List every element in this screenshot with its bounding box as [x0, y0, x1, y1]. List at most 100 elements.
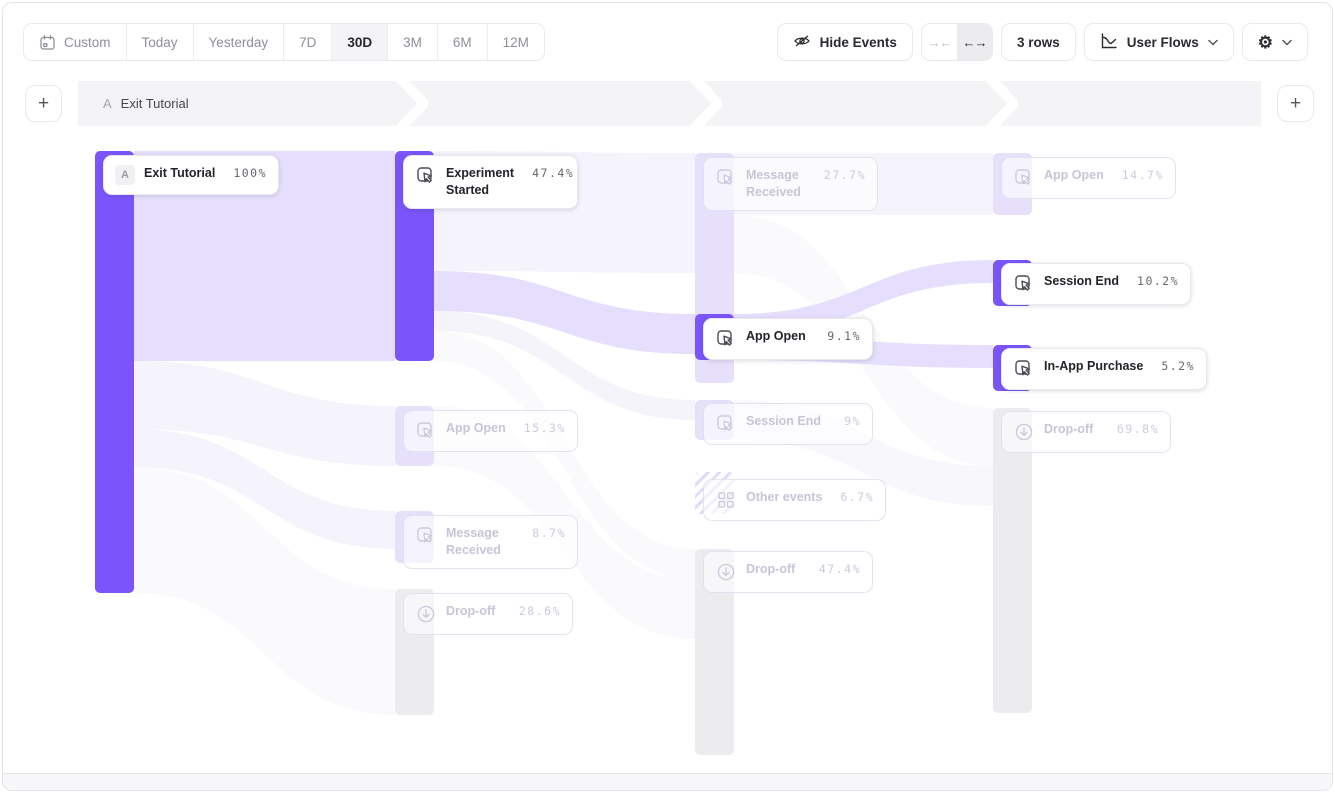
date-range-label: 12M: [503, 35, 529, 50]
add-step-left-button[interactable]: +: [25, 85, 62, 122]
node-label: Message Received: [746, 167, 806, 201]
step-label: Exit Tutorial: [121, 96, 189, 111]
toolbar-actions: Hide Events →← ←→ 3 rows User Flows: [777, 23, 1308, 61]
calendar-icon: [39, 34, 56, 51]
collapse-columns-button[interactable]: →←: [922, 24, 957, 60]
click-event-icon: [715, 167, 737, 189]
click-event-icon: [1013, 358, 1035, 380]
add-step-right-button[interactable]: +: [1277, 85, 1314, 122]
node-label: Session End: [1044, 273, 1119, 290]
app-window: Custom Today Yesterday 7D 30D 3M 6M 12M Hide Ev…: [2, 2, 1333, 791]
node-label: Drop-off: [446, 603, 495, 620]
node-percent: 28.6%: [510, 603, 561, 620]
click-event-icon: [415, 420, 437, 442]
node-percent: 9.1%: [818, 328, 861, 345]
flow-bar-exit-tutorial[interactable]: [95, 151, 134, 593]
column-width-toggle: →← ←→: [921, 23, 993, 61]
flow-card-app-open[interactable]: App Open 9.1%: [703, 318, 873, 360]
chevron-down-icon: [1208, 39, 1218, 46]
node-label: Session End: [746, 413, 821, 430]
user-flows-chart-icon: [1100, 32, 1118, 53]
flow-card-session-end[interactable]: Session End 9%: [703, 403, 873, 445]
flow-card-experiment-started[interactable]: Experiment Started 47.4%: [403, 155, 578, 209]
flow-card-other-events[interactable]: Other events6.7%: [703, 479, 886, 521]
bottom-scrollbar[interactable]: [3, 773, 1332, 790]
date-range-3m[interactable]: 3M: [388, 24, 438, 60]
node-percent: 14.7%: [1113, 167, 1164, 184]
node-label: App Open: [1044, 167, 1104, 184]
view-selector-button[interactable]: User Flows: [1084, 23, 1234, 61]
node-percent: 9%: [835, 413, 861, 430]
step-divider-chevron: [396, 81, 428, 126]
node-percent: 10.2%: [1128, 273, 1179, 290]
gear-icon: ⚙: [1258, 34, 1273, 51]
drop-off-icon: [715, 561, 737, 583]
node-percent: 69.8%: [1108, 421, 1159, 438]
drop-off-icon: [415, 603, 437, 625]
date-range-custom[interactable]: Custom: [24, 24, 127, 60]
date-range-today[interactable]: Today: [127, 24, 194, 60]
click-event-icon: [415, 165, 437, 187]
flow-card-drop-off[interactable]: Drop-off47.4%: [703, 551, 873, 593]
date-range-6m[interactable]: 6M: [438, 24, 488, 60]
node-percent: 15.3%: [515, 420, 566, 437]
hide-events-button[interactable]: Hide Events: [777, 23, 913, 61]
flow-card-app-open[interactable]: App Open 14.7%: [1001, 157, 1176, 199]
node-percent: 47.4%: [810, 561, 861, 578]
flow-card-message-received[interactable]: Message Received 27.7%: [703, 157, 878, 211]
date-range-30d[interactable]: 30D: [332, 24, 388, 60]
node-percent: 8.7%: [523, 525, 566, 542]
date-range-label: 6M: [453, 35, 472, 50]
node-label: Other events: [746, 489, 822, 506]
flow-card-drop-off[interactable]: Drop-off 28.6%: [403, 593, 573, 635]
node-label: Experiment Started: [446, 165, 514, 199]
date-range-12m[interactable]: 12M: [488, 24, 544, 60]
node-label: Message Received: [446, 525, 514, 559]
drop-off-icon: [1013, 421, 1035, 443]
toolbar: Custom Today Yesterday 7D 30D 3M 6M 12M Hide Ev…: [23, 23, 1308, 61]
flow-card-session-end[interactable]: Session End 10.2%: [1001, 263, 1191, 305]
hide-events-label: Hide Events: [820, 35, 897, 50]
node-label: App Open: [446, 420, 506, 437]
other-events-icon: [715, 489, 737, 511]
node-percent: 100%: [224, 165, 267, 182]
node-percent: 27.7%: [815, 167, 866, 184]
click-event-icon: [1013, 167, 1035, 189]
funnel-step-title: A Exit Tutorial: [103, 81, 189, 126]
flow-card-app-open[interactable]: App Open 15.3%: [403, 410, 578, 452]
date-range-label: Custom: [64, 35, 111, 50]
date-range-label: 3M: [403, 35, 422, 50]
date-range-label: 30D: [347, 35, 372, 50]
step-divider-chevron: [690, 81, 722, 126]
node-label: Exit Tutorial: [144, 165, 215, 182]
date-range-7d[interactable]: 7D: [284, 24, 332, 60]
flow-card-exit-tutorial[interactable]: A Exit Tutorial 100%: [103, 155, 279, 195]
settings-button[interactable]: ⚙: [1242, 23, 1308, 61]
rows-button[interactable]: 3 rows: [1001, 23, 1076, 61]
rows-label: 3 rows: [1017, 35, 1060, 50]
view-selector-label: User Flows: [1127, 35, 1199, 50]
node-label: App Open: [746, 328, 806, 345]
date-range-yesterday[interactable]: Yesterday: [194, 24, 285, 60]
step-divider-chevron: [986, 81, 1018, 126]
funnel-step-header[interactable]: A Exit Tutorial: [78, 81, 1261, 126]
flow-card-in-app-purchase[interactable]: In-App Purchase 5.2%: [1001, 348, 1207, 390]
node-percent: 5.2%: [1152, 358, 1195, 375]
expand-columns-button[interactable]: ←→: [957, 24, 992, 60]
click-event-icon: [415, 525, 437, 547]
click-event-icon: [715, 413, 737, 435]
chevron-down-icon: [1282, 39, 1292, 46]
date-range-label: Today: [142, 35, 178, 50]
flow-card-message-received[interactable]: Message Received 8.7%: [403, 515, 578, 569]
expand-arrows-icon: ←→: [962, 35, 986, 50]
node-label: In-App Purchase: [1044, 358, 1143, 375]
date-range-picker: Custom Today Yesterday 7D 30D 3M 6M 12M: [23, 23, 545, 61]
step-letter: A: [103, 96, 112, 111]
flow-bar-drop-off[interactable]: [993, 408, 1032, 713]
node-percent: 47.4%: [523, 165, 574, 182]
eye-off-icon: [793, 32, 811, 53]
collapse-arrows-icon: →←: [927, 35, 951, 50]
flow-card-drop-off[interactable]: Drop-off69.8%: [1001, 411, 1171, 453]
date-range-label: Yesterday: [209, 35, 269, 50]
step-letter-badge: A: [115, 165, 135, 185]
